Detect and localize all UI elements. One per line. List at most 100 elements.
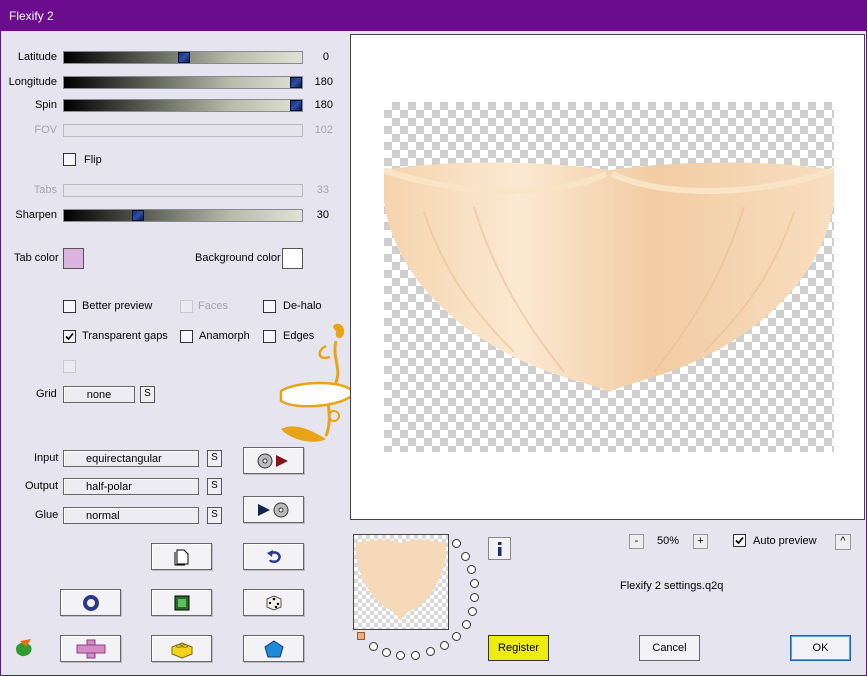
cross-icon bbox=[76, 639, 105, 658]
preset-dot[interactable] bbox=[382, 648, 391, 657]
longitude-value: 180 bbox=[314, 76, 333, 88]
thumbnail-image bbox=[356, 540, 446, 621]
output-s-button[interactable]: S bbox=[207, 478, 222, 495]
better-preview-label: Better preview bbox=[82, 300, 153, 312]
document-icon bbox=[174, 549, 188, 565]
thumbnail-handle[interactable] bbox=[357, 632, 365, 640]
grid-select[interactable]: none bbox=[63, 386, 135, 403]
preset-dot[interactable] bbox=[462, 620, 471, 629]
preset-dot[interactable] bbox=[461, 552, 470, 561]
zoom-out-button[interactable]: - bbox=[629, 534, 644, 549]
flip-checkbox[interactable] bbox=[63, 153, 76, 166]
longitude-label: Longitude bbox=[8, 76, 57, 88]
brick-button[interactable] bbox=[151, 635, 212, 662]
disc-play-icon bbox=[257, 453, 288, 468]
settings-filename: Flexify 2 settings.q2q bbox=[620, 580, 724, 592]
register-button[interactable]: Register bbox=[488, 635, 549, 661]
pentagon-icon bbox=[263, 639, 284, 657]
auto-preview-label: Auto preview bbox=[753, 535, 817, 547]
copy-button[interactable] bbox=[151, 543, 212, 570]
background-color-label: Background color bbox=[195, 252, 281, 264]
undo-icon bbox=[266, 549, 281, 563]
title-bar: Flexify 2 bbox=[0, 0, 867, 31]
better-preview-checkbox[interactable] bbox=[63, 300, 76, 313]
window-title: Flexify 2 bbox=[9, 9, 54, 23]
preset-dot[interactable] bbox=[470, 579, 479, 588]
spin-slider-thumb[interactable] bbox=[290, 100, 302, 111]
faces-label: Faces bbox=[198, 300, 228, 312]
tabs-slider bbox=[63, 184, 303, 197]
preview-canvas[interactable] bbox=[350, 34, 865, 520]
load-input-button[interactable] bbox=[243, 447, 304, 474]
preset-dot[interactable] bbox=[440, 641, 449, 650]
latitude-slider-thumb[interactable] bbox=[178, 52, 190, 63]
chip-button[interactable] bbox=[151, 589, 212, 616]
transparent-gaps-checkbox[interactable] bbox=[63, 330, 76, 343]
check-icon bbox=[65, 332, 74, 341]
chip-icon bbox=[174, 595, 189, 610]
check-icon bbox=[735, 536, 744, 545]
cross-button[interactable] bbox=[60, 635, 121, 662]
preset-dot[interactable] bbox=[411, 651, 420, 660]
faces-checkbox bbox=[180, 300, 193, 313]
sharpen-slider[interactable] bbox=[63, 209, 303, 222]
pentagon-button[interactable] bbox=[243, 635, 304, 662]
preset-dot[interactable] bbox=[467, 565, 476, 574]
input-s-button[interactable]: S bbox=[207, 450, 222, 467]
transparent-gaps-label: Transparent gaps bbox=[82, 330, 168, 342]
auto-preview-checkbox[interactable] bbox=[733, 534, 746, 547]
play-disc-icon bbox=[257, 502, 288, 517]
preset-dot[interactable] bbox=[396, 651, 405, 660]
preview-image bbox=[384, 162, 834, 392]
zoom-level: 50% bbox=[657, 535, 680, 547]
edges-checkbox[interactable] bbox=[263, 330, 276, 343]
spin-label: Spin bbox=[34, 99, 57, 111]
preset-dot[interactable] bbox=[468, 607, 477, 616]
preset-dot[interactable] bbox=[452, 539, 461, 548]
preset-dot[interactable] bbox=[426, 647, 435, 656]
input-label: Input bbox=[34, 452, 59, 464]
ring-icon bbox=[82, 594, 99, 611]
latitude-value: 0 bbox=[322, 51, 329, 63]
tabs-value: 33 bbox=[316, 184, 329, 196]
fov-label: FOV bbox=[34, 124, 57, 136]
spin-value: 180 bbox=[314, 99, 333, 111]
collapse-button[interactable]: ^ bbox=[835, 534, 851, 550]
undo-button[interactable] bbox=[243, 543, 304, 570]
ring-button[interactable] bbox=[60, 589, 121, 616]
longitude-slider[interactable] bbox=[63, 76, 303, 89]
grid-label: Grid bbox=[36, 388, 57, 400]
glue-select[interactable]: normal bbox=[63, 507, 199, 524]
ok-button[interactable]: OK bbox=[790, 635, 851, 661]
info-icon bbox=[498, 542, 502, 556]
preset-dot[interactable] bbox=[452, 632, 461, 641]
info-button[interactable] bbox=[488, 537, 511, 560]
latitude-slider[interactable] bbox=[63, 51, 303, 64]
longitude-slider-thumb[interactable] bbox=[290, 77, 302, 88]
cancel-button[interactable]: Cancel bbox=[639, 635, 700, 661]
spin-slider[interactable] bbox=[63, 99, 303, 112]
de-halo-label: De-halo bbox=[283, 300, 322, 312]
preview-thumbnail[interactable] bbox=[353, 534, 449, 630]
de-halo-checkbox[interactable] bbox=[263, 300, 276, 313]
preset-dot[interactable] bbox=[470, 593, 479, 602]
preset-dot[interactable] bbox=[369, 642, 378, 651]
watermark-logo bbox=[279, 323, 356, 442]
background-color-swatch[interactable] bbox=[282, 248, 303, 269]
load-output-button[interactable] bbox=[243, 496, 304, 523]
glue-s-button[interactable]: S bbox=[207, 507, 222, 524]
latitude-label: Latitude bbox=[17, 51, 57, 63]
flip-label: Flip bbox=[84, 154, 102, 166]
tab-color-swatch[interactable] bbox=[63, 248, 84, 269]
flexify-dialog: Latitude 0 Longitude 180 Spin 180 FOV 10… bbox=[0, 31, 867, 676]
sharpen-slider-thumb[interactable] bbox=[132, 210, 144, 221]
random-button[interactable] bbox=[243, 589, 304, 616]
output-label: Output bbox=[25, 480, 59, 492]
input-projection-select[interactable]: equirectangular bbox=[63, 450, 199, 467]
fov-value: 102 bbox=[314, 124, 333, 136]
output-projection-select[interactable]: half-polar bbox=[63, 478, 199, 495]
grid-s-button[interactable]: S bbox=[140, 386, 155, 403]
zoom-in-button[interactable]: + bbox=[693, 534, 708, 549]
anamorph-checkbox[interactable] bbox=[180, 330, 193, 343]
glue-label: Glue bbox=[35, 509, 59, 521]
